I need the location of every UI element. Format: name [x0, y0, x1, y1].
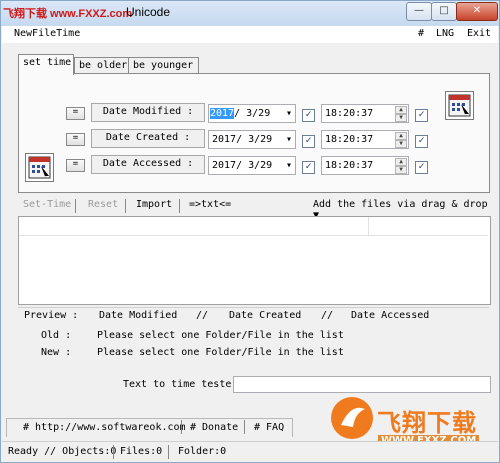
menu-bar: NewFileTime # LNG Exit: [2, 26, 498, 43]
status-ready: Ready // Objects:0: [8, 446, 117, 457]
dropdown-arrow-icon: ▾: [285, 134, 292, 145]
toolbar-divider: [75, 199, 76, 213]
checkbox-date-accessed[interactable]: ✓: [302, 161, 315, 174]
time-value: 18:20:37: [325, 134, 374, 145]
equal-button-accessed[interactable]: =: [66, 159, 85, 172]
list-header: [19, 217, 488, 236]
website-link[interactable]: # http://www.softwareok.com: [23, 422, 186, 433]
status-divider: [168, 445, 169, 459]
reset-button[interactable]: Reset: [88, 199, 118, 210]
tab-be-younger[interactable]: be younger: [128, 57, 199, 74]
equal-button-created[interactable]: =: [66, 133, 85, 146]
date-value: 2017/ 3/29: [212, 160, 273, 171]
time-field-created[interactable]: 18:20:37 ▲ ▼: [321, 130, 409, 149]
label-date-accessed: Date Accessed :: [91, 155, 205, 174]
status-bar: Ready // Objects:0 Files:0 Folder:0: [2, 441, 498, 462]
watermark-text: 飞翔下载 www.FXXZ.com: [3, 8, 133, 20]
status-folder: Folder:0: [178, 446, 227, 457]
corner-watermark-text: 飞翔下载: [377, 409, 477, 437]
title-bar: 飞翔下载 www.FXXZ.com Unicode — □ ✕: [1, 1, 499, 26]
menu-exit[interactable]: Exit: [467, 28, 491, 39]
tester-input[interactable]: [233, 376, 491, 393]
txt-button[interactable]: =>txt<=: [189, 199, 231, 210]
file-list[interactable]: [18, 216, 491, 305]
checkbox-time-created[interactable]: ✓: [415, 135, 428, 148]
date-field-modified[interactable]: 2017/ 3/29 ▾: [208, 104, 296, 123]
equal-button-modified[interactable]: =: [66, 107, 85, 120]
label-date-created: Date Created :: [91, 129, 205, 148]
maximize-button[interactable]: □: [431, 2, 457, 21]
tab-be-older[interactable]: be older: [74, 57, 129, 74]
list-column-divider: [368, 217, 369, 235]
app-window: 飞翔下载 www.FXXZ.com Unicode — □ ✕ NewFileT…: [0, 0, 500, 463]
toolbar-divider: [179, 199, 180, 213]
faq-link[interactable]: # FAQ: [254, 422, 284, 433]
minimize-button[interactable]: —: [406, 2, 432, 21]
status-divider: [113, 445, 114, 459]
time-value: 18:20:37: [325, 108, 374, 119]
checkbox-date-created[interactable]: ✓: [302, 135, 315, 148]
menu-hash[interactable]: #: [418, 28, 424, 39]
old-text: Please select one Folder/File in the lis…: [97, 330, 344, 341]
dropdown-arrow-icon: ▾: [285, 160, 292, 171]
date-field-accessed[interactable]: 2017/ 3/29 ▾: [208, 156, 296, 175]
date-field-created[interactable]: 2017/ 3/29 ▾: [208, 130, 296, 149]
checkbox-time-modified[interactable]: ✓: [415, 109, 428, 122]
close-button[interactable]: ✕: [456, 2, 498, 21]
time-field-accessed[interactable]: 18:20:37 ▲ ▼: [321, 156, 409, 175]
time-spinner[interactable]: ▲ ▼: [395, 158, 407, 174]
old-label: Old :: [41, 330, 72, 341]
label-date-modified: Date Modified :: [91, 103, 205, 122]
tester-label: Text to time tester: [123, 379, 238, 390]
tab-set-time[interactable]: set time: [18, 54, 74, 75]
checkbox-date-modified[interactable]: ✓: [302, 109, 315, 122]
import-button[interactable]: Import: [136, 199, 172, 210]
menu-lng[interactable]: LNG: [436, 28, 454, 39]
links-divider: [244, 420, 245, 434]
preview-modified: Date Modified: [99, 310, 178, 321]
toolbar-divider: [125, 199, 126, 213]
new-text: Please select one Folder/File in the lis…: [97, 347, 344, 358]
time-field-modified[interactable]: 18:20:37 ▲ ▼: [321, 104, 409, 123]
status-files: Files:0: [120, 446, 163, 457]
date-year-selected: 2017: [210, 108, 235, 119]
checkbox-time-accessed[interactable]: ✓: [415, 161, 428, 174]
links-divider: [181, 420, 182, 434]
dropdown-arrow-icon: ▾: [285, 108, 292, 119]
date-value: 2017/ 3/29: [212, 134, 273, 145]
preview-sep: //: [196, 310, 209, 321]
set-time-panel: = Date Modified : 2017/ 3/29 ▾ ✓ 18:20:3…: [18, 73, 490, 193]
date-rest: / 3/29: [234, 108, 271, 119]
time-spinner[interactable]: ▲ ▼: [395, 132, 407, 148]
preview-label: Preview :: [24, 310, 79, 321]
preview-sep: //: [321, 310, 334, 321]
menu-app-name[interactable]: NewFileTime: [14, 28, 80, 39]
new-label: New :: [41, 347, 72, 358]
set-time-button[interactable]: Set-Time: [23, 199, 71, 210]
watermark-logo-icon: [331, 397, 373, 439]
preview-created: Date Created: [229, 310, 302, 321]
time-value: 18:20:37: [325, 160, 374, 171]
calendar-icon-right[interactable]: [445, 91, 474, 120]
donate-link[interactable]: # Donate: [190, 422, 238, 433]
calendar-icon-left[interactable]: [25, 153, 54, 182]
window-title: Unicode: [126, 5, 171, 19]
time-spinner[interactable]: ▲ ▼: [395, 106, 407, 122]
preview-accessed: Date Accessed: [351, 310, 430, 321]
